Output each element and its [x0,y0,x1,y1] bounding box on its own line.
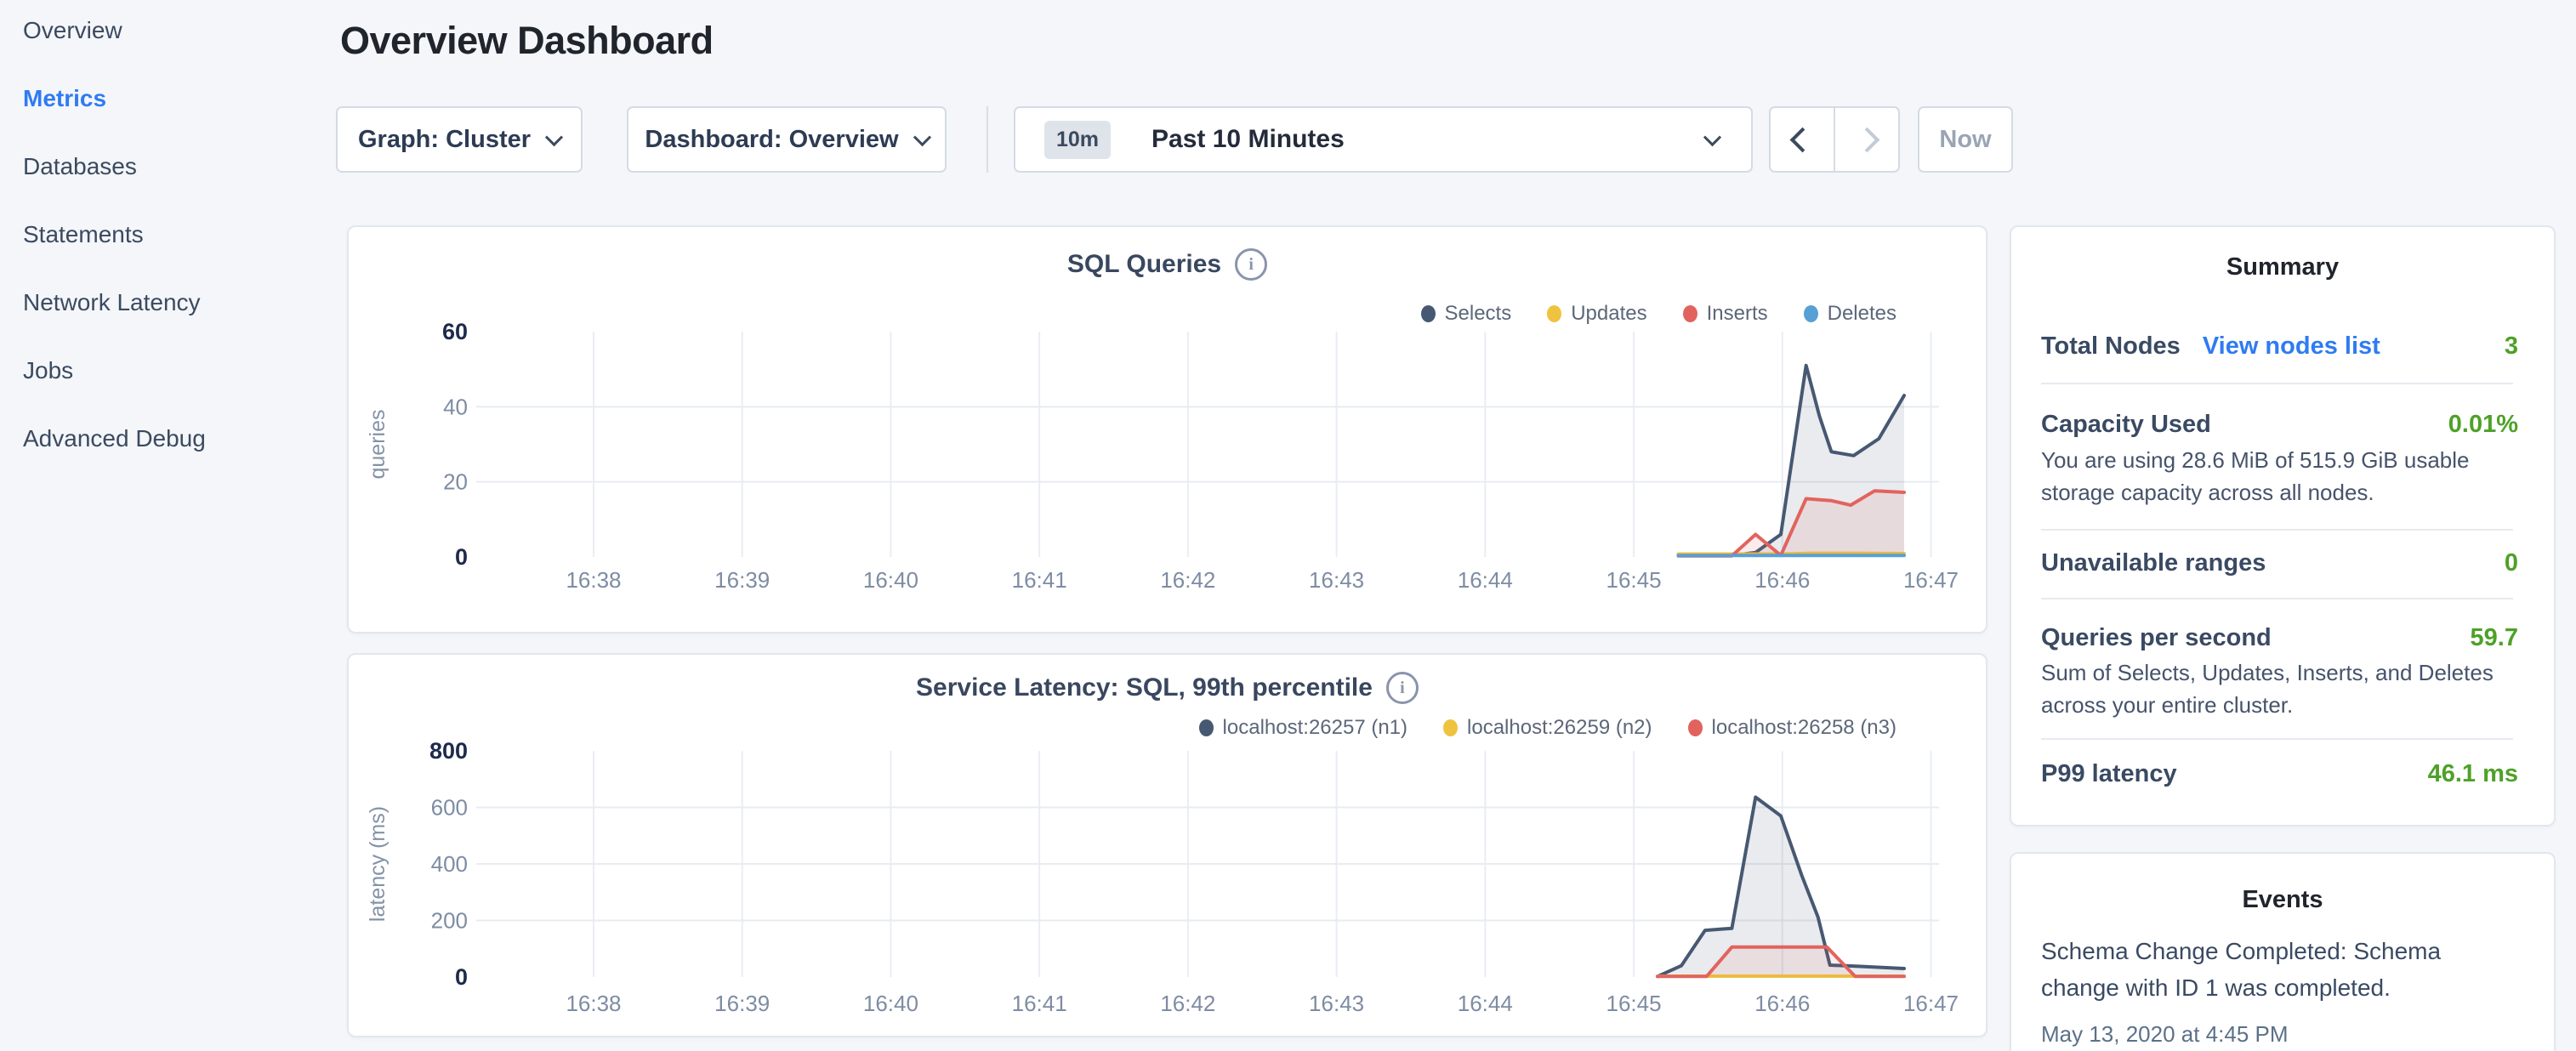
svg-text:16:46: 16:46 [1754,991,1810,1016]
svg-text:16:43: 16:43 [1309,567,1364,593]
summary-divider [2041,529,2513,531]
svg-text:40: 40 [443,394,468,419]
summary-row-value: 46.1 ms [2428,760,2518,788]
svg-text:16:40: 16:40 [863,567,918,593]
svg-text:16:44: 16:44 [1458,567,1513,593]
svg-text:16:45: 16:45 [1606,567,1662,593]
svg-text:400: 400 [431,851,468,877]
events-panel: Events Schema Change Completed: Schema c… [2010,852,2556,1051]
chevron-down-icon [1703,128,1721,146]
summary-row-label: Capacity Used [2041,411,2211,439]
sidebar-item-jobs[interactable]: Jobs [23,359,206,383]
view-nodes-list-link[interactable]: View nodes list [2203,332,2380,361]
summary-row-p99-latency: P99 latency 46.1 ms [2041,757,2518,791]
sidebar-item-network-latency[interactable]: Network Latency [23,291,206,315]
svg-text:800: 800 [429,738,468,764]
dashboard-dropdown[interactable]: Dashboard: Overview [627,106,947,173]
summary-panel: Summary Total Nodes View nodes list 3 Capac… [2010,225,2556,827]
time-range-badge: 10m [1044,121,1111,159]
summary-row-total-nodes: Total Nodes View nodes list 3 [2041,329,2518,363]
graph-dropdown-label: Graph: Cluster [358,126,531,154]
service-latency-sql-99th-percentile-plot[interactable]: 16:38 16:39 16:40 16:41 16:42 16:43 16:44 16:45… [349,655,1989,1039]
now-button[interactable]: Now [1918,106,2013,173]
summary-row-value: 0 [2505,549,2518,577]
summary-row-value: 0.01% [2448,411,2518,439]
summary-row-description: You are using 28.6 MiB of 515.9 GiB usab… [2041,444,2534,508]
summary-title: Summary [2011,253,2554,281]
chevron-left-icon [1789,127,1815,152]
sql-queries-plot[interactable]: 16:38 16:39 16:40 16:41 16:42 16:43 16:44 16:45… [349,227,1989,635]
service-latency-chart-card: Service Latency: SQL, 99th percentileloc… [347,653,1987,1037]
summary-row-label: Unavailable ranges [2041,549,2266,577]
svg-text:16:44: 16:44 [1458,991,1513,1016]
summary-divider [2041,738,2513,740]
sidebar-item-statements[interactable]: Statements [23,223,206,247]
sidebar-item-metrics[interactable]: Metrics [23,87,206,111]
svg-text:16:45: 16:45 [1606,991,1662,1016]
time-range-label: Past 10 Minutes [1152,125,1345,154]
time-next-button[interactable] [1834,106,1900,173]
svg-text:16:42: 16:42 [1160,567,1215,593]
sidebar: Overview Metrics Databases Statements Networ… [23,19,206,451]
svg-text:16:41: 16:41 [1012,567,1067,593]
overview-dashboard-page: Overview Metrics Databases Statements Networ… [0,0,2576,1051]
summary-row-description: Sum of Selects, Updates, Inserts, and De… [2041,656,2534,721]
summary-row-unavailable-ranges: Unavailable ranges 0 [2041,546,2518,580]
dashboard-dropdown-label: Dashboard: Overview [645,126,898,154]
svg-text:16:38: 16:38 [566,567,621,593]
sidebar-item-overview[interactable]: Overview [23,19,206,43]
summary-row-capacity-used: Capacity Used 0.01% [2041,407,2518,441]
summary-row-value: 3 [2505,332,2518,361]
sidebar-item-advanced-debug[interactable]: Advanced Debug [23,427,206,451]
svg-text:latency (ms): latency (ms) [366,806,390,922]
svg-text:16:43: 16:43 [1309,991,1364,1016]
svg-text:200: 200 [431,908,468,934]
chevron-right-icon [1854,127,1879,152]
events-title: Events [2011,886,2554,914]
svg-text:60: 60 [442,319,468,344]
summary-row-value: 59.7 [2471,624,2518,652]
svg-text:600: 600 [431,795,468,821]
event-message[interactable]: Schema Change Completed: Schema change w… [2041,933,2492,1006]
svg-text:0: 0 [455,544,468,570]
svg-text:16:40: 16:40 [863,991,918,1016]
summary-row-label: P99 latency [2041,760,2177,788]
svg-text:queries: queries [366,410,390,480]
chevron-down-icon [913,128,930,146]
summary-divider [2041,383,2513,384]
svg-text:16:46: 16:46 [1754,567,1810,593]
svg-text:0: 0 [455,964,468,990]
svg-text:16:39: 16:39 [714,991,770,1016]
summary-row-queries-per-second: Queries per second 59.7 [2041,621,2518,655]
page-title: Overview Dashboard [340,19,714,63]
graph-dropdown[interactable]: Graph: Cluster [336,106,583,173]
now-button-label: Now [1939,126,1991,154]
time-prev-button[interactable] [1769,106,1835,173]
svg-text:16:47: 16:47 [1903,567,1959,593]
summary-row-label: Queries per second [2041,624,2272,652]
svg-text:20: 20 [443,469,468,495]
svg-text:16:41: 16:41 [1012,991,1067,1016]
svg-text:16:39: 16:39 [714,567,770,593]
event-timestamp: May 13, 2020 at 4:45 PM [2041,1021,2289,1048]
sql-queries-chart-card: SQL QueriesSelectsUpdatesInsertsDeletes1… [347,225,1987,633]
svg-text:16:47: 16:47 [1903,991,1959,1016]
chevron-down-icon [545,128,563,146]
svg-text:16:38: 16:38 [566,991,621,1016]
summary-divider [2041,598,2513,599]
sidebar-item-databases[interactable]: Databases [23,155,206,179]
controls-divider [987,106,988,173]
summary-row-label: Total Nodes [2041,332,2181,361]
svg-text:16:42: 16:42 [1160,991,1215,1016]
time-range-dropdown[interactable]: 10m Past 10 Minutes [1014,106,1753,173]
